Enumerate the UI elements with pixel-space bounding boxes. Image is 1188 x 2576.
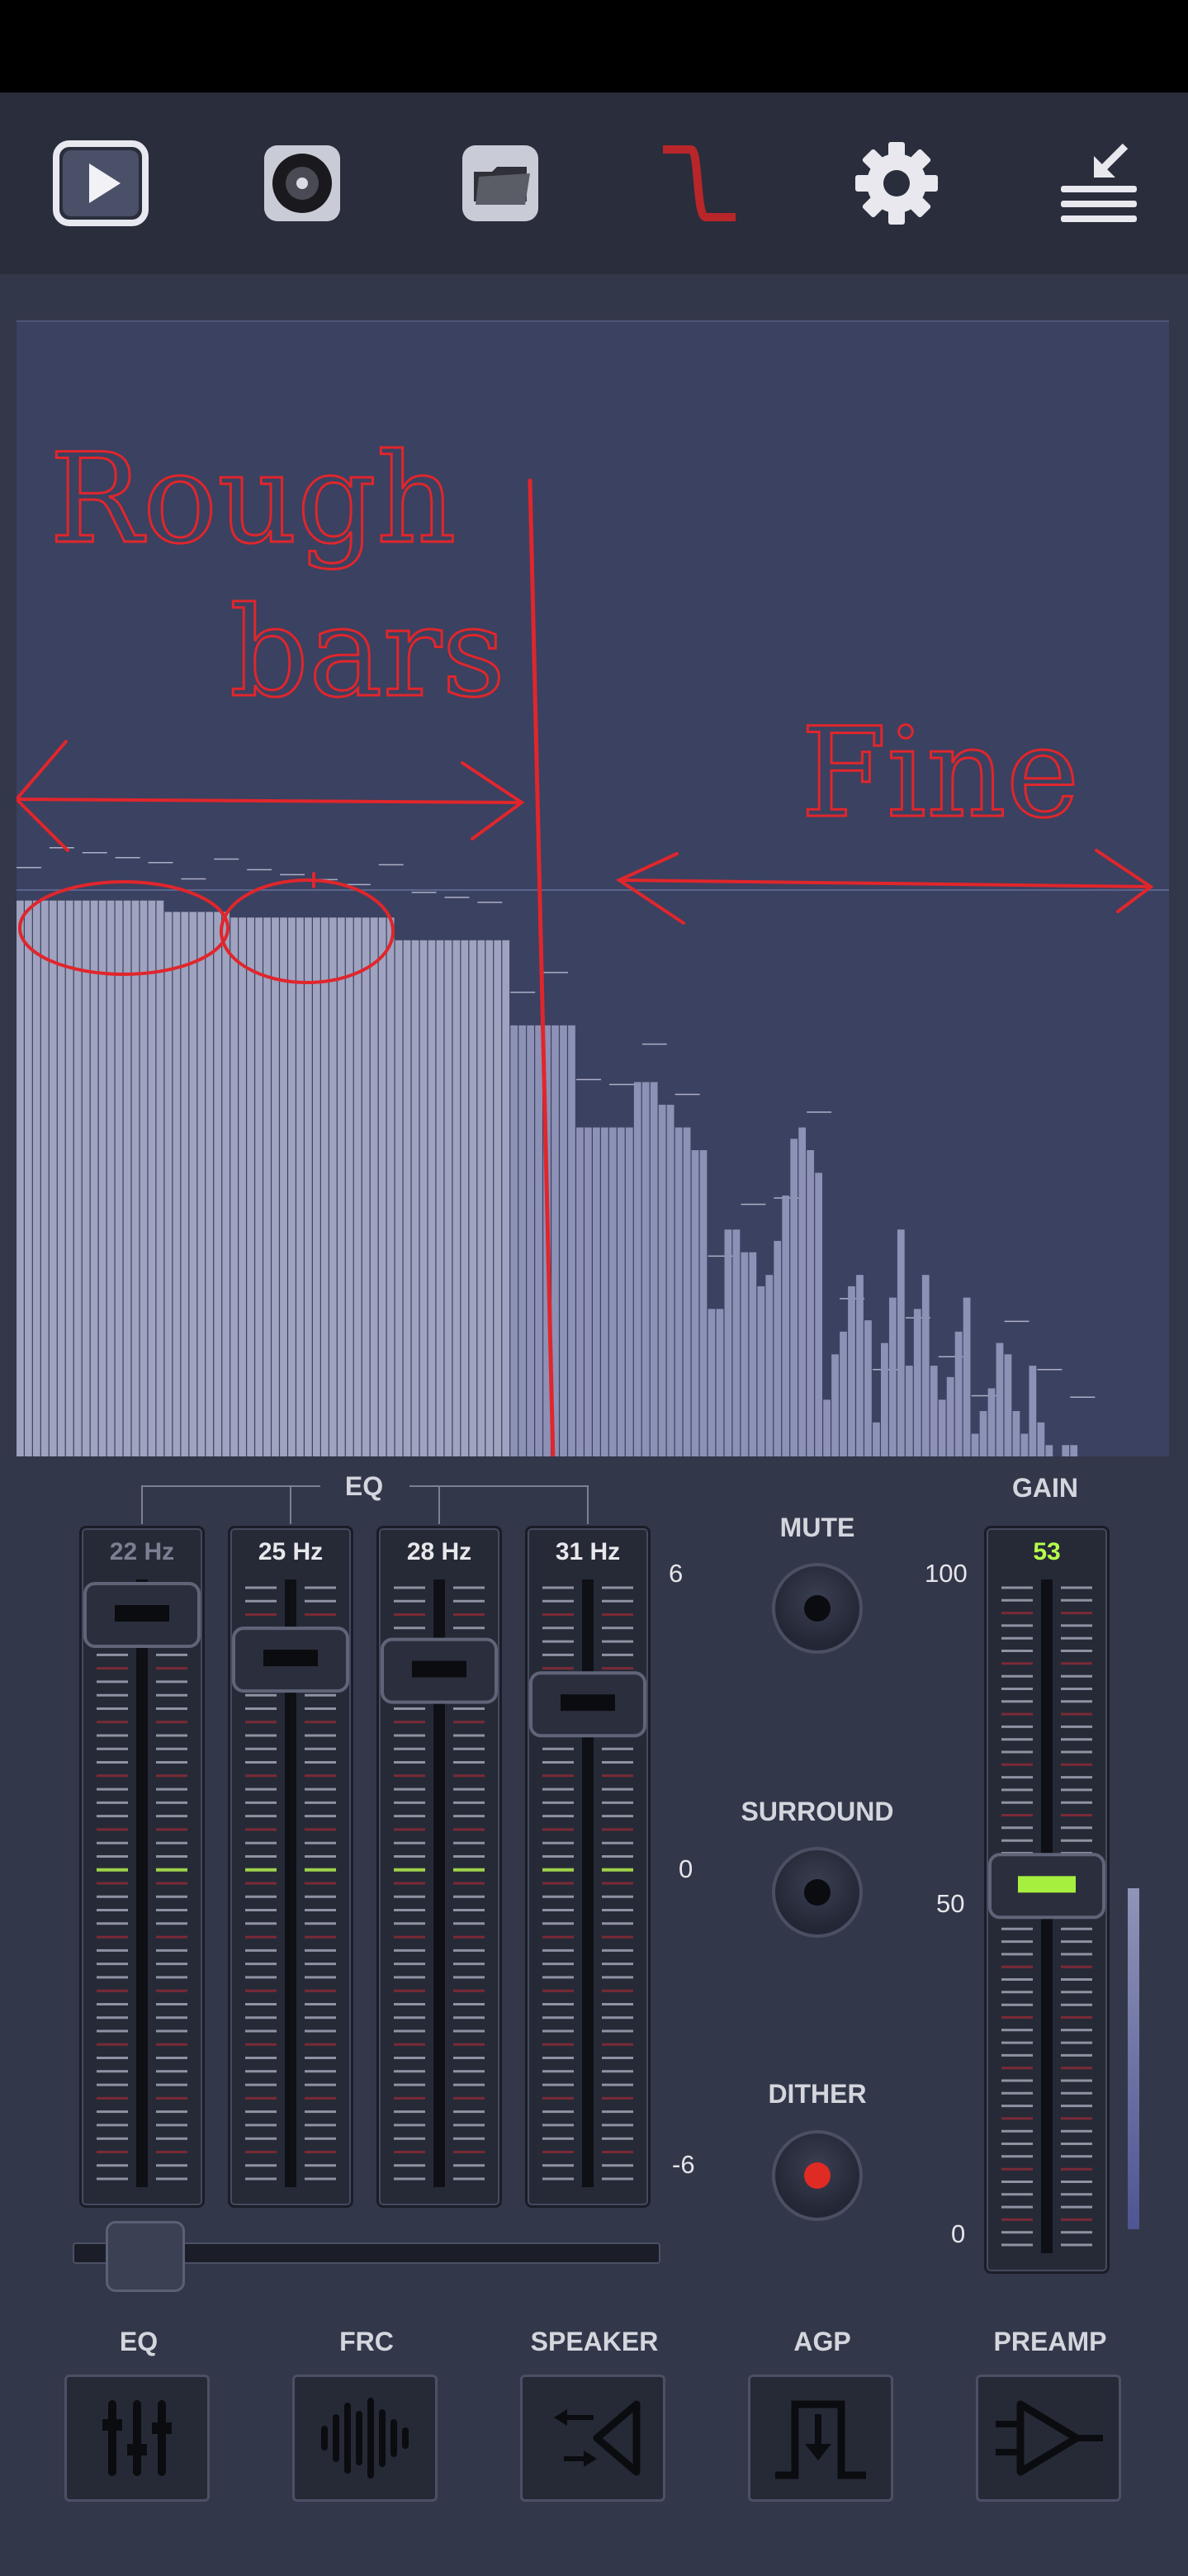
nav-label-agp: AGP [793, 2327, 851, 2356]
curve-button[interactable] [649, 134, 748, 233]
status-bar [0, 0, 1188, 92]
gain-level-meter [1128, 1887, 1139, 2229]
nav-label-eq: EQ [119, 2327, 159, 2356]
eq-fader-label: 31 Hz [555, 1538, 621, 1565]
gain-scale-bottom: 0 [951, 2219, 966, 2248]
fader-thumb-grip [1018, 1876, 1076, 1893]
eq-fader-22hz[interactable]: 22 Hz [79, 1526, 205, 2208]
annotation-fine: Fine [801, 702, 1079, 845]
eq-band-scroll-thumb[interactable] [106, 2221, 185, 2292]
amplifier-icon [996, 2400, 1103, 2476]
collapse-menu-button[interactable] [1048, 134, 1148, 233]
fader-thumb-grip [115, 1605, 169, 1622]
play-button[interactable] [51, 134, 150, 233]
mute-toggle[interactable] [772, 1563, 863, 1654]
settings-button[interactable] [847, 134, 946, 233]
collapse-menu-icon [1061, 143, 1137, 222]
nav-agp-button[interactable] [748, 2375, 893, 2502]
surround-indicator [804, 1879, 831, 1906]
annotation-bars: bars [230, 581, 505, 725]
top-toolbar [0, 92, 1188, 274]
annotation-rough: Rough [50, 428, 456, 571]
sliders-icon [102, 2400, 172, 2476]
fader-track[interactable] [582, 1579, 594, 2187]
eq-scale-top: 6 [669, 1559, 684, 1588]
spectrum-analyzer[interactable]: Rough bars Fine [17, 320, 1169, 1456]
gain-scale-top: 100 [925, 1559, 968, 1588]
nav-label-preamp: PREAMP [993, 2327, 1107, 2356]
dither-toggle[interactable] [772, 2130, 863, 2221]
eq-fader-label: 25 Hz [258, 1538, 324, 1565]
eq-fader-label: 22 Hz [109, 1538, 175, 1565]
nav-label-frc: FRC [339, 2327, 394, 2356]
handwritten-annotations: Rough bars Fine [17, 427, 1154, 1456]
agp-icon [775, 2400, 866, 2479]
waveform-icon [321, 2398, 409, 2479]
surround-label: SURROUND [741, 1797, 894, 1826]
fader-thumb-grip [412, 1660, 466, 1678]
dither-indicator [804, 2162, 831, 2189]
mute-indicator [804, 1595, 831, 1622]
eq-scale-mid: 0 [679, 1854, 693, 1883]
nav-preamp-button[interactable] [976, 2375, 1121, 2502]
eq-group-bracket [141, 1485, 589, 1524]
fader-thumb-grip [561, 1694, 615, 1712]
disc-icon [264, 145, 340, 221]
folder-icon [462, 145, 538, 221]
gain-value: 53 [1033, 1538, 1061, 1565]
eq-scale-bottom: -6 [672, 2150, 695, 2179]
nav-frc-button[interactable] [292, 2375, 438, 2502]
fader-track[interactable] [136, 1579, 148, 2187]
curve-icon [663, 145, 736, 221]
nav-eq-button[interactable] [64, 2375, 210, 2502]
gear-icon [855, 142, 938, 225]
folder-button[interactable] [451, 134, 550, 233]
nav-speaker-button[interactable] [520, 2375, 665, 2502]
dither-label: DITHER [768, 2079, 867, 2109]
mute-label: MUTE [779, 1513, 855, 1542]
eq-fader-25hz[interactable]: 25 Hz [228, 1526, 353, 2208]
surround-toggle[interactable] [772, 1847, 863, 1938]
gain-scale-mid: 50 [936, 1889, 965, 1918]
nav-label-speaker: SPEAKER [530, 2327, 659, 2356]
play-icon [53, 140, 149, 226]
eq-fader-label: 28 Hz [406, 1538, 472, 1565]
fader-thumb-grip [263, 1650, 318, 1667]
gain-label: GAIN [1012, 1473, 1078, 1503]
eq-fader-28hz[interactable]: 28 Hz [376, 1526, 502, 2208]
eq-fader-31hz[interactable]: 31 Hz [525, 1526, 651, 2208]
disc-button[interactable] [253, 134, 352, 233]
speaker-routing-icon [554, 2400, 641, 2476]
gain-fader[interactable]: 53 [984, 1526, 1110, 2274]
